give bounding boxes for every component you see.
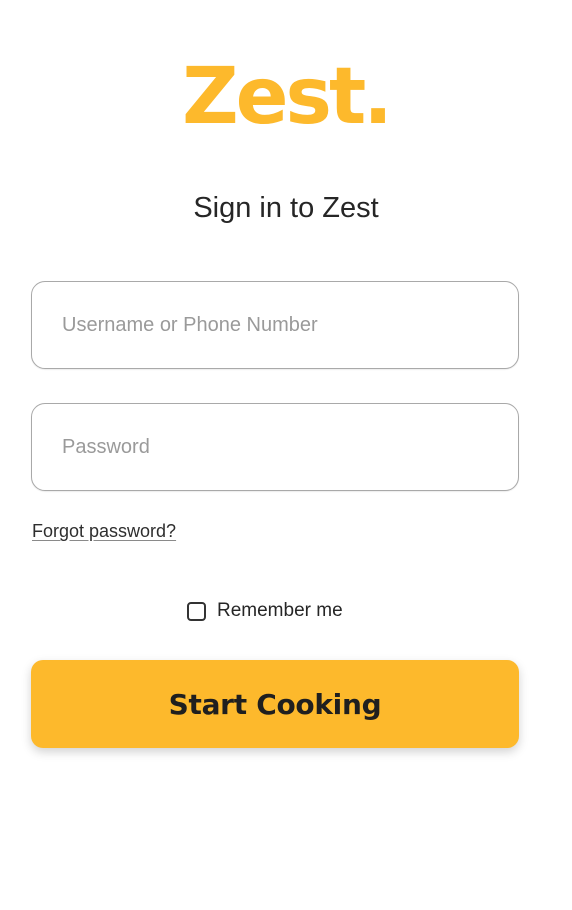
remember-me-row: Remember me: [187, 598, 343, 624]
page-title: Sign in to Zest: [193, 192, 379, 224]
username-input[interactable]: [32, 282, 518, 368]
start-cooking-label: Start Cooking: [168, 687, 382, 721]
logo-wordmark: Zest: [182, 52, 366, 142]
forgot-password-link[interactable]: Forgot password?: [32, 518, 176, 544]
password-field-box: [31, 403, 519, 491]
remember-me-label[interactable]: Remember me: [217, 598, 343, 624]
zest-logo: Zest.: [0, 52, 572, 142]
start-cooking-button[interactable]: Start Cooking: [31, 660, 519, 748]
username-field-box: [31, 281, 519, 369]
logo-dot: .: [363, 52, 393, 142]
password-input[interactable]: [32, 404, 518, 490]
remember-me-checkbox[interactable]: [187, 601, 206, 621]
